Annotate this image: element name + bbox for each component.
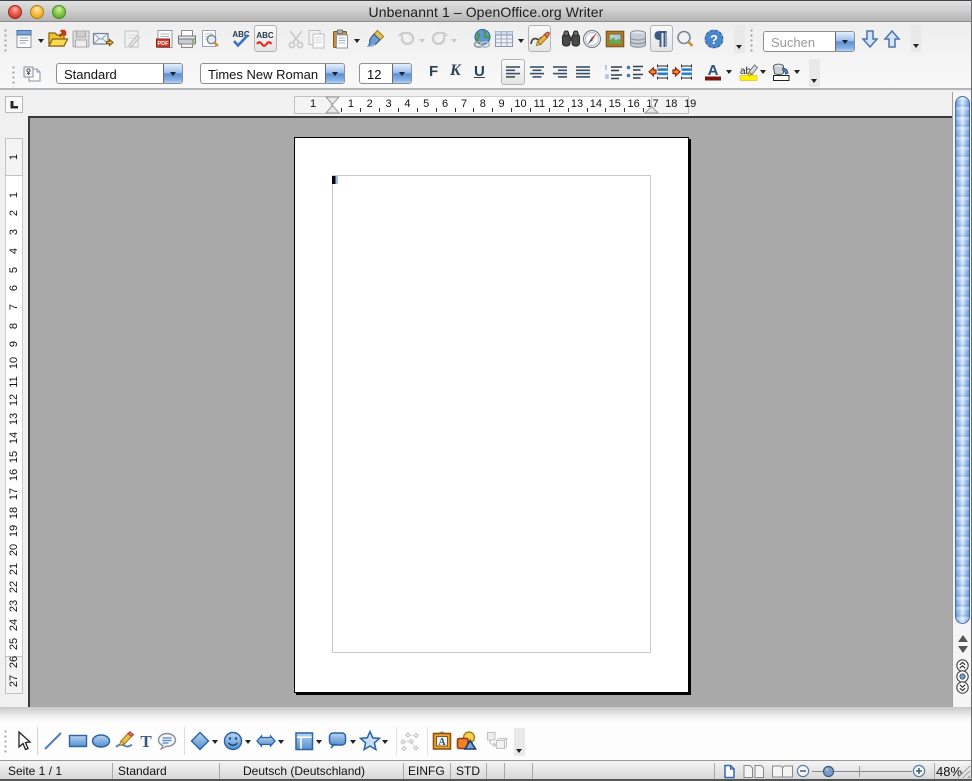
svg-text:I: I <box>605 65 607 72</box>
svg-text:ABC: ABC <box>256 31 274 40</box>
svg-text:II: II <box>605 74 609 81</box>
svg-text:?: ? <box>710 32 718 47</box>
svg-text:A: A <box>708 62 719 79</box>
svg-text:A: A <box>438 737 446 748</box>
svg-text:T: T <box>140 732 152 751</box>
svg-text:PDF: PDF <box>158 41 170 47</box>
